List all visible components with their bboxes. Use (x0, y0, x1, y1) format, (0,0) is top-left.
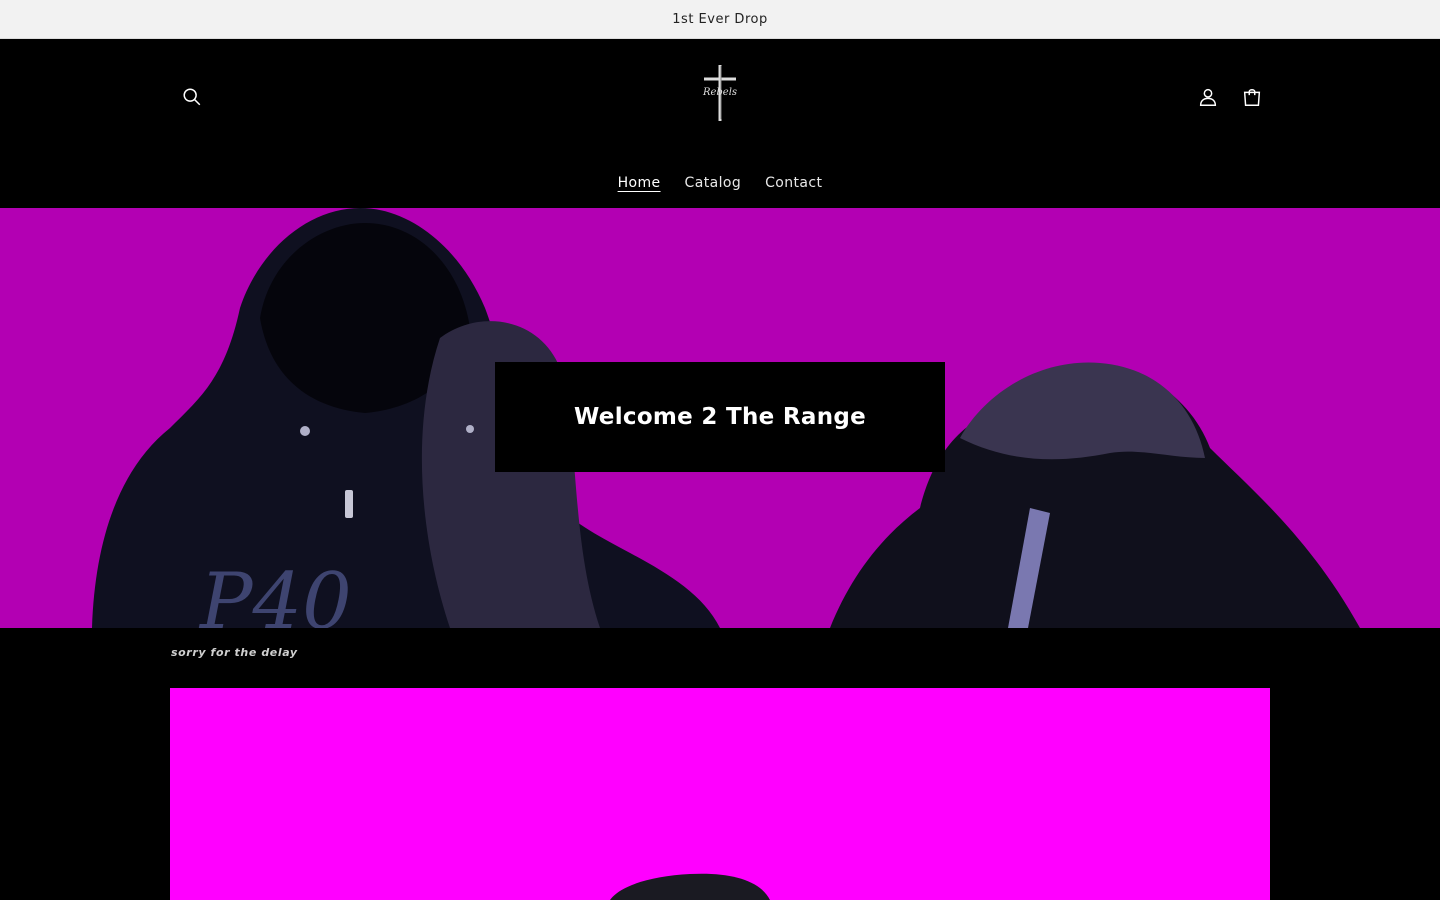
search-button[interactable] (170, 75, 214, 119)
account-button[interactable] (1186, 75, 1230, 119)
main-nav: Home Catalog Contact (0, 175, 1440, 191)
button-stud (300, 426, 310, 436)
cart-icon (1243, 89, 1261, 106)
search-icon (183, 88, 201, 106)
hero-heading-box: Welcome 2 The Range (495, 362, 945, 472)
button-stud-right (466, 425, 474, 433)
hero-heading: Welcome 2 The Range (573, 404, 867, 430)
site-logo[interactable]: Rebels (690, 61, 750, 125)
fur-trim-right (960, 362, 1205, 460)
nav-item-contact[interactable]: Contact (765, 175, 822, 191)
hoodie-print: P40 (198, 557, 352, 628)
head-silhouette (610, 873, 770, 900)
cart-button[interactable] (1230, 75, 1274, 119)
nav-item-catalog[interactable]: Catalog (685, 175, 742, 191)
caption-text: sorry for the delay (171, 646, 298, 659)
user-icon (1199, 88, 1217, 106)
announcement-text: 1st Ever Drop (672, 11, 768, 27)
feature-image (170, 688, 1270, 900)
nav-item-home[interactable]: Home (618, 175, 661, 191)
hero-banner: P40 Welcome 2 The Range (0, 208, 1440, 628)
site-header: Rebels Home Catalog Contact (0, 39, 1440, 208)
feature-silhouette (610, 873, 770, 900)
logo-wordmark: Rebels (702, 87, 738, 98)
zipper-pull (345, 490, 353, 518)
announcement-bar: 1st Ever Drop (0, 0, 1440, 39)
